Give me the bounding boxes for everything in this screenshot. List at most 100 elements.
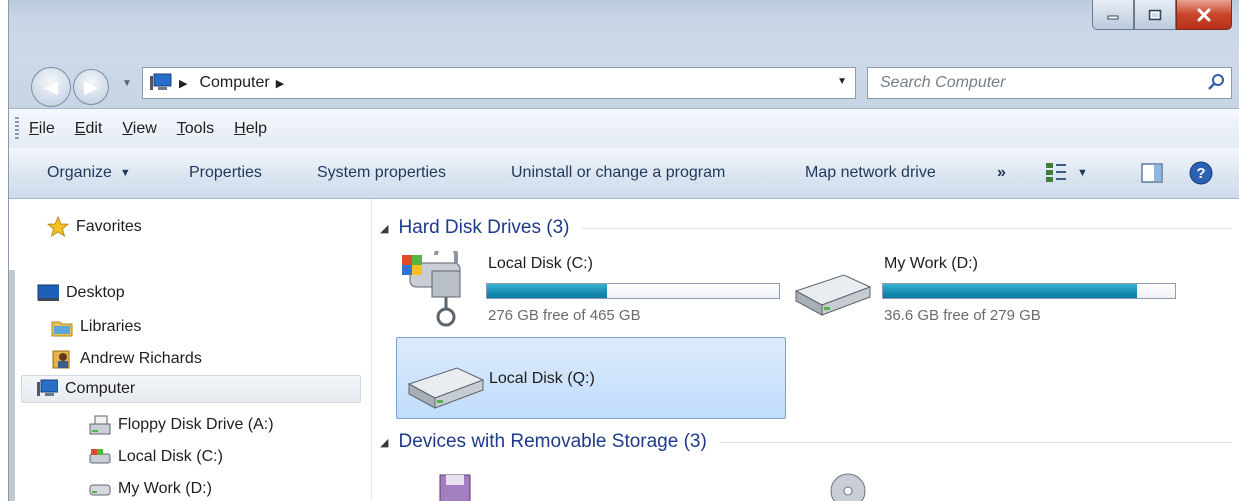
menu-file[interactable]: File (29, 120, 55, 138)
nav-desktop-label: Desktop (66, 284, 125, 301)
more-label: » (997, 164, 1006, 181)
forward-arrow-icon: ▶ (84, 76, 98, 97)
properties-label: Properties (189, 164, 262, 181)
group-removable-storage[interactable]: ◢ Devices with Removable Storage (3) (380, 427, 1232, 457)
removable-storage-header: Devices with Removable Storage (3) (398, 431, 707, 452)
drive-my-work-d[interactable]: My Work (D:) 36.6 GB free of 279 GB (792, 251, 1232, 329)
search-icon[interactable] (1207, 73, 1225, 91)
system-drive-icon (402, 251, 461, 327)
menu-bar: File Edit View Tools Help (9, 108, 1239, 149)
group-divider (581, 227, 1232, 229)
drive-local-disk-q[interactable]: Local Disk (Q:) (396, 337, 786, 419)
menu-help[interactable]: Help (234, 120, 267, 138)
explorer-window: ◀ ▶ ▼ ▶ Computer ▶ ▼ ⇆ Search Computer F… (8, 0, 1239, 501)
drive-d-usage-fill (883, 284, 1138, 298)
drive-d-usage-bar (882, 283, 1176, 299)
address-bar[interactable]: ▶ Computer ▶ ▼ (142, 67, 856, 99)
left-edge-scrollbar[interactable] (9, 270, 15, 501)
recent-pages-dropdown-icon[interactable]: ▼ (122, 78, 132, 89)
system-properties-button[interactable]: System properties (317, 148, 446, 198)
search-box[interactable]: Search Computer (867, 67, 1232, 99)
menu-edit-rest: dit (85, 119, 103, 137)
menu-edit-accel: E (74, 119, 86, 137)
menu-grip (15, 116, 19, 141)
maximize-icon (1148, 9, 1162, 20)
back-button[interactable]: ◀ (31, 67, 71, 107)
floppy-drive-icon (89, 414, 111, 436)
menu-file-accel: F (29, 119, 39, 137)
maximize-button[interactable] (1134, 0, 1176, 30)
nav-desktop[interactable]: Desktop (37, 279, 125, 307)
menu-view[interactable]: View (122, 120, 156, 138)
drive-c-free-space: 276 GB free of 465 GB (488, 307, 641, 324)
menu-help-rest: elp (245, 119, 268, 137)
menu-tools[interactable]: Tools (177, 120, 214, 138)
forward-button[interactable]: ▶ (73, 69, 109, 105)
drive-c-name: Local Disk (C:) (488, 255, 593, 272)
change-view-button[interactable]: ▼ (1045, 148, 1088, 198)
collapse-icon[interactable]: ◢ (380, 436, 388, 449)
group-hard-disk-drives[interactable]: ◢ Hard Disk Drives (3) (380, 213, 1232, 243)
disc-drive-icon (830, 473, 866, 501)
help-icon: ? (1189, 161, 1213, 185)
properties-button[interactable]: Properties (189, 148, 262, 198)
drive-q-name: Local Disk (Q:) (489, 370, 595, 387)
drive-c-usage-bar (486, 283, 780, 299)
desktop-icon (37, 282, 59, 304)
organize-button[interactable]: Organize ▼ (47, 148, 131, 198)
nav-user-label: Andrew Richards (80, 350, 202, 367)
svg-text:?: ? (1196, 165, 1205, 182)
close-button[interactable] (1176, 0, 1232, 30)
content-pane: ◢ Hard Disk Drives (3) Local Disk (C:) 2… (372, 199, 1239, 501)
menu-tools-accel: T (176, 119, 185, 137)
breadcrumb-separator-icon[interactable]: ▶ (179, 77, 187, 90)
minimize-button[interactable] (1092, 0, 1134, 30)
computer-icon (36, 378, 58, 400)
navigation-pane: Favorites Desktop Libraries Andrew Richa… (9, 199, 372, 501)
address-dropdown-icon[interactable]: ▼ (837, 76, 847, 87)
drive-d-free-space: 36.6 GB free of 279 GB (884, 307, 1041, 324)
group-divider (718, 441, 1232, 443)
drive-local-disk-c[interactable]: Local Disk (C:) 276 GB free of 465 GB (396, 251, 786, 329)
help-button[interactable]: ? (1189, 148, 1213, 198)
hard-drive-icon (407, 367, 485, 409)
menu-tools-rest: ools (184, 119, 215, 137)
organize-label: Organize (47, 164, 112, 181)
nav-my-work-d[interactable]: My Work (D:) (89, 475, 212, 501)
nav-floppy-label: Floppy Disk Drive (A:) (118, 416, 274, 433)
organize-dropdown-icon: ▼ (119, 167, 131, 179)
nav-floppy-drive[interactable]: Floppy Disk Drive (A:) (89, 411, 274, 439)
nav-libraries-label: Libraries (80, 318, 142, 335)
drive-d-name: My Work (D:) (884, 255, 978, 272)
menu-view-accel: V (122, 119, 133, 137)
computer-icon (150, 73, 172, 90)
view-dropdown-icon: ▼ (1077, 167, 1088, 179)
nav-libraries[interactable]: Libraries (51, 313, 141, 341)
uninstall-program-button[interactable]: Uninstall or change a program (511, 148, 725, 198)
nav-favorites[interactable]: Favorites (47, 213, 142, 241)
preview-pane-button[interactable] (1141, 148, 1163, 198)
breadcrumb-chevron-icon[interactable]: ▶ (276, 77, 284, 90)
nav-user-folder[interactable]: Andrew Richards (51, 345, 202, 373)
collapse-icon[interactable]: ◢ (380, 222, 388, 235)
map-drive-label: Map network drive (805, 164, 936, 181)
nav-local-c-label: Local Disk (C:) (118, 448, 223, 465)
breadcrumb-computer[interactable]: Computer (199, 74, 269, 92)
menu-file-rest: ile (38, 119, 55, 137)
menu-view-rest: iew (132, 119, 157, 137)
back-arrow-icon: ◀ (44, 76, 58, 97)
title-bar: ◀ ▶ ▼ ▶ Computer ▶ ▼ ⇆ Search Computer (9, 0, 1239, 108)
user-folder-icon (51, 348, 73, 370)
more-commands-button[interactable]: » (997, 148, 1006, 198)
command-bar: Organize ▼ Properties System properties … (9, 148, 1239, 199)
nav-my-work-label: My Work (D:) (118, 480, 212, 497)
menu-edit[interactable]: Edit (75, 120, 103, 138)
nav-computer-label: Computer (65, 380, 136, 397)
hard-disk-drives-header: Hard Disk Drives (3) (398, 217, 570, 238)
nav-computer[interactable]: Computer (21, 375, 361, 403)
search-placeholder[interactable]: Search Computer (880, 74, 1005, 92)
uninstall-label: Uninstall or change a program (511, 164, 726, 181)
map-network-drive-button[interactable]: Map network drive (805, 148, 936, 198)
floppy-disk-icon (439, 474, 471, 501)
nav-local-disk-c[interactable]: Local Disk (C:) (89, 443, 223, 471)
